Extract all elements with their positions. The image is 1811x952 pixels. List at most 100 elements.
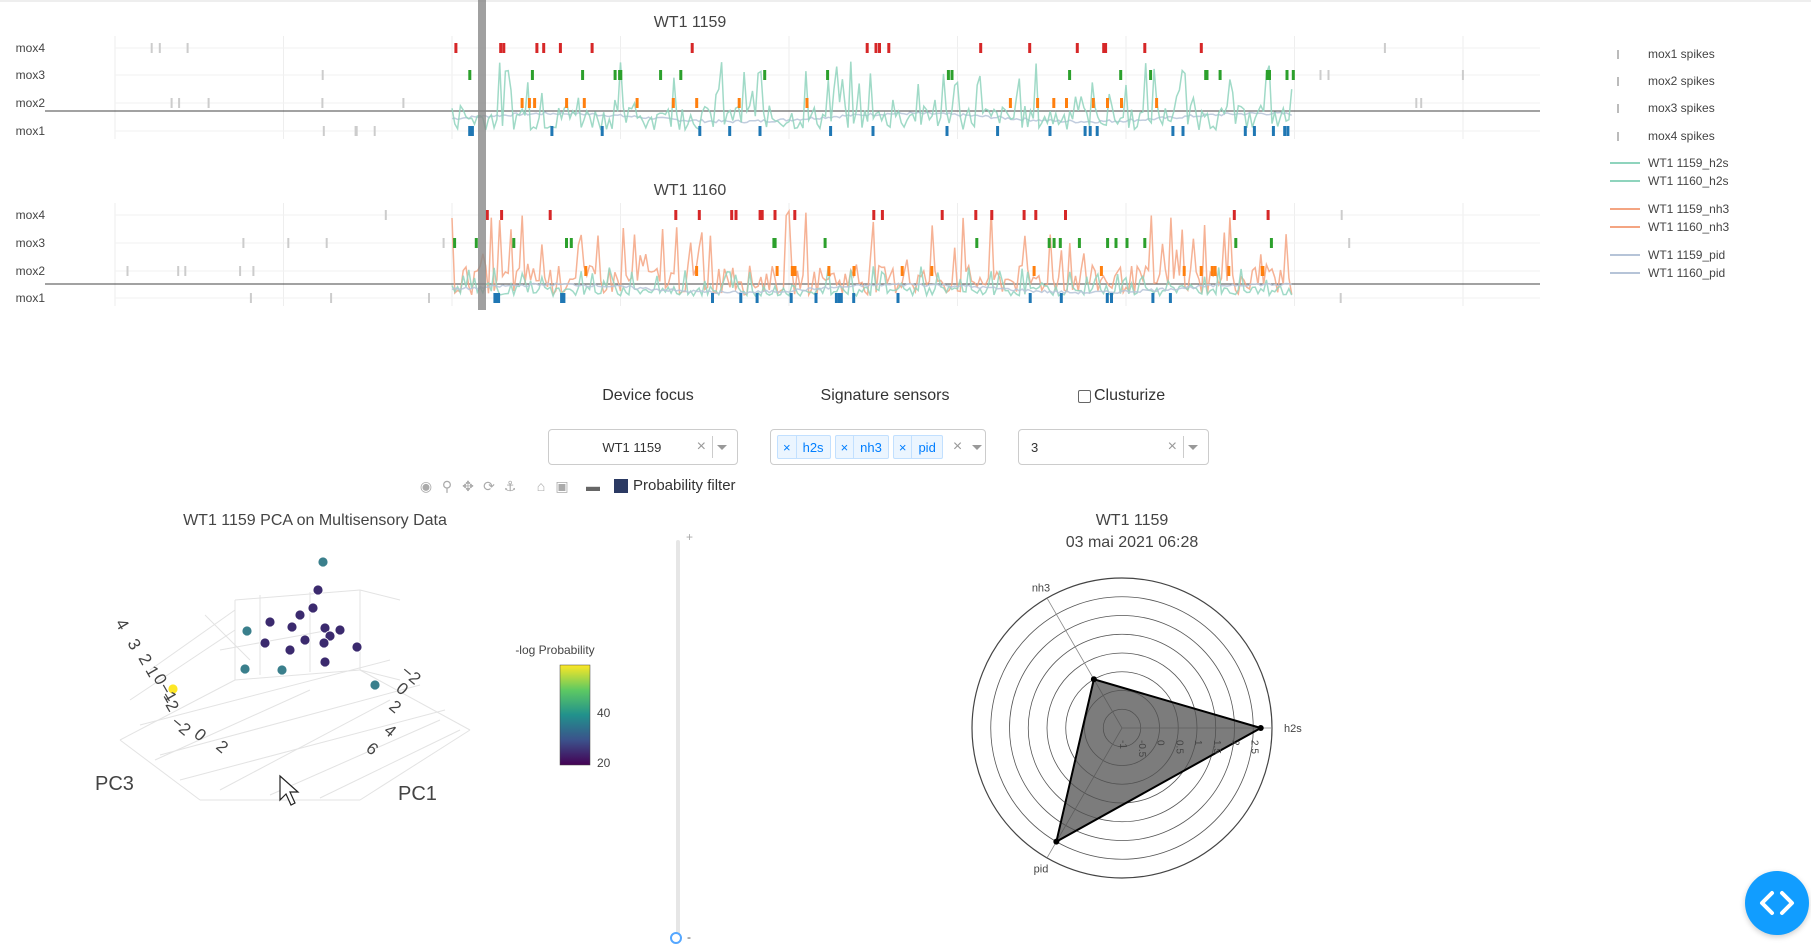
- camera-icon[interactable]: ◉: [418, 478, 434, 494]
- grid-line: [234, 589, 361, 601]
- pca-point[interactable]: [286, 621, 298, 633]
- clusters-clear-icon[interactable]: ×: [1162, 438, 1183, 456]
- spike-marker: [321, 98, 324, 108]
- pan-icon[interactable]: ✥: [460, 478, 476, 494]
- spike-marker: [485, 210, 489, 220]
- home-icon[interactable]: ⌂: [533, 478, 549, 494]
- pca-point[interactable]: [284, 644, 296, 656]
- device-focus-clear-icon[interactable]: ×: [691, 438, 712, 456]
- sensor-tag-label: nh3: [860, 439, 882, 455]
- spike-marker: [1036, 98, 1040, 108]
- radar-chart[interactable]: WT1 1159 03 mai 2021 06:28 h2s nh3 pid -1 -0…: [950, 500, 1350, 900]
- chevron-down-icon[interactable]: [972, 444, 983, 450]
- pca-point[interactable]: [241, 625, 253, 637]
- spike-marker: [1319, 70, 1322, 80]
- spike-marker: [975, 238, 979, 248]
- chevron-down-icon[interactable]: [1188, 444, 1198, 450]
- pca-3d-plot[interactable]: WT1 1159 PCA on Multisensory Data 43210−…: [60, 500, 680, 850]
- debug-toggle-button[interactable]: [1745, 871, 1809, 935]
- y-tick-label: mox4: [16, 208, 46, 222]
- spike-marker: [1151, 293, 1155, 303]
- spike-marker: [734, 210, 738, 220]
- radar-vertex[interactable]: [1053, 838, 1060, 845]
- legend-item[interactable]: WT1 1160_h2s: [1610, 174, 1729, 188]
- spike-marker: [170, 98, 173, 108]
- y-tick-label: mox3: [16, 236, 46, 250]
- legend-item[interactable]: mox2 spikes: [1617, 74, 1715, 88]
- sensors-clear-icon[interactable]: ×: [947, 438, 968, 456]
- remove-tag-icon[interactable]: ×: [894, 436, 913, 458]
- timeseries-plot[interactable]: WT1 1159 WT1 1160 mox4 mox3 mox2 mox1 mox4 mo…: [0, 0, 1811, 320]
- legend-item[interactable]: mox4 spikes: [1617, 129, 1715, 143]
- spike-marker: [945, 126, 949, 136]
- spike-marker: [1106, 238, 1110, 248]
- legend-item[interactable]: WT1 1159_pid: [1610, 248, 1725, 262]
- pca-point[interactable]: [318, 637, 330, 649]
- legend-item[interactable]: mox3 spikes: [1617, 101, 1715, 115]
- spike-marker: [1028, 293, 1032, 303]
- legend-item[interactable]: WT1 1159_h2s: [1610, 156, 1729, 170]
- pc1-tick-label: 6: [362, 739, 381, 760]
- remove-tag-icon[interactable]: ×: [778, 436, 797, 458]
- spike-marker: [1271, 126, 1275, 136]
- spike-marker: [1028, 43, 1032, 53]
- spike-marker: [829, 126, 833, 136]
- spike-marker: [946, 70, 950, 80]
- signature-sensors-select[interactable]: × h2s × nh3 × pid ×: [770, 429, 986, 465]
- turntable-icon[interactable]: ⚓: [502, 478, 518, 494]
- spike-marker: [558, 43, 562, 53]
- pca-point[interactable]: [312, 584, 324, 596]
- legend-item[interactable]: mox1 spikes: [1617, 47, 1715, 61]
- spike-marker: [872, 210, 876, 220]
- spike-marker: [497, 293, 501, 303]
- chevron-down-icon[interactable]: [717, 444, 727, 450]
- pca-point[interactable]: [317, 556, 329, 568]
- pca-point[interactable]: [264, 616, 276, 628]
- slider-handle[interactable]: [670, 932, 682, 944]
- spike-marker: [1058, 238, 1062, 248]
- spike-marker: [1047, 238, 1051, 248]
- grid-line: [234, 669, 361, 681]
- camera-view-icon[interactable]: ▣: [554, 478, 570, 494]
- spike-marker: [321, 70, 324, 80]
- zoom-icon[interactable]: ⚲: [439, 478, 455, 494]
- orbit-icon[interactable]: ⟳: [481, 478, 497, 494]
- legend-item[interactable]: WT1 1160_nh3: [1610, 220, 1729, 234]
- pca-point[interactable]: [294, 609, 306, 621]
- device-focus-select[interactable]: WT1 1159 ×: [548, 429, 738, 465]
- pca-point[interactable]: [307, 602, 319, 614]
- clusters-select[interactable]: 3 ×: [1018, 429, 1209, 465]
- modebar: ◉ ⚲ ✥ ⟳ ⚓ ⌂ ▣ ▬ Probability filter: [418, 477, 736, 494]
- pca-point[interactable]: [259, 637, 271, 649]
- hover-icon[interactable]: ▬: [585, 478, 601, 494]
- time-cursor-band[interactable]: [478, 0, 486, 310]
- legend-item[interactable]: WT1 1160_pid: [1610, 266, 1725, 280]
- legend-item[interactable]: WT1 1159_nh3: [1610, 202, 1729, 216]
- spike-marker: [1143, 238, 1147, 248]
- spike-marker: [1105, 293, 1109, 303]
- spike-marker: [1232, 210, 1236, 220]
- pc1-tick-label: 0: [392, 679, 411, 700]
- spike-marker: [775, 266, 779, 276]
- pca-point[interactable]: [351, 641, 363, 653]
- spike-marker: [1064, 210, 1067, 220]
- clusturize-checkbox-wrap[interactable]: Clusturize: [1078, 387, 1165, 405]
- spike-marker: [1155, 98, 1159, 108]
- radar-vertex[interactable]: [1090, 676, 1097, 683]
- pca-point[interactable]: [369, 679, 381, 691]
- pca-point[interactable]: [239, 663, 251, 675]
- pca-point[interactable]: [276, 664, 288, 676]
- clusturize-label: Clusturize: [1094, 387, 1166, 404]
- clusturize-checkbox[interactable]: [1078, 389, 1091, 403]
- spike-marker: [242, 238, 245, 248]
- clusters-value: 3: [1031, 439, 1039, 455]
- probability-slider-rail[interactable]: [676, 540, 680, 940]
- radar-vertex[interactable]: [1257, 725, 1264, 731]
- spike-marker: [1075, 43, 1079, 53]
- pca-point[interactable]: [334, 624, 346, 636]
- y-tick-label: mox1: [16, 291, 46, 305]
- spike-marker: [760, 210, 764, 220]
- pca-point[interactable]: [299, 634, 311, 646]
- remove-tag-icon[interactable]: ×: [836, 436, 855, 458]
- pca-point[interactable]: [319, 656, 331, 668]
